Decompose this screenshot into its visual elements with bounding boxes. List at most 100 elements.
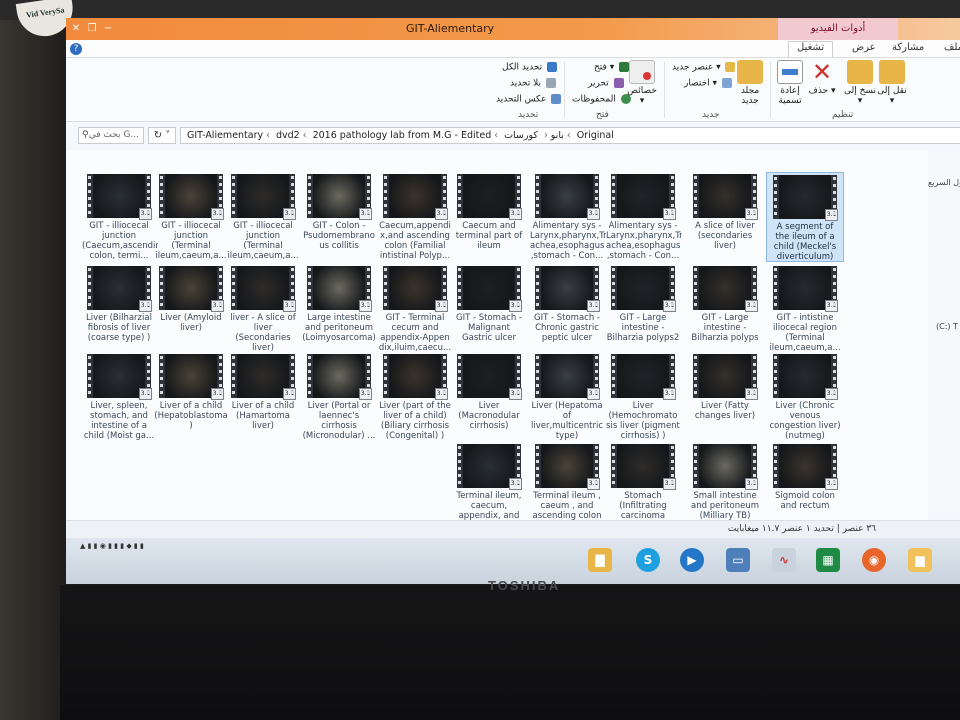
file-item[interactable]: 3.1 GIT - Stomach - Chronic gastric pepti… [528,264,606,354]
move-to-button[interactable]: نقل إلى ▾ [874,60,910,106]
file-item[interactable]: 3.1 A slice of liver (secondaries liver) [686,172,764,262]
file-item[interactable]: 3.1 Liver (Fatty changes liver) [686,352,764,442]
video-thumbnail-icon: 3.1 [535,444,600,490]
video-thumbnail-icon: 3.1 [87,174,152,220]
file-name: Liver (Hepatoma of liver,multicentric ty… [530,401,604,441]
easy-access-button[interactable]: اختصار ▾ [684,78,732,89]
file-item[interactable]: 3.1 GIT - intistine iliocecal region (Ter… [766,264,844,354]
taskbar-skype-icon[interactable]: S [636,548,660,572]
file-item[interactable]: 3.1 Liver (Chronic venous congestion live… [766,352,844,442]
restore-icon[interactable]: ❐ [86,23,98,35]
crumb[interactable]: 2016 pathology lab from M.G - Edited [313,130,492,141]
edit-button[interactable]: تحرير [588,78,624,89]
video-format-badge: 3.1 [663,388,676,400]
new-item-button[interactable]: عنصر جديد ▾ [672,62,736,73]
folder-icon [737,60,763,84]
file-item[interactable]: 3.1 liver - A slice of liver (Secondaries… [224,264,302,354]
crumb[interactable]: Original [577,130,614,141]
file-item[interactable]: 3.1 GIT - Terminal cecum and appendix-App… [376,264,454,354]
file-item[interactable]: 3.1 Terminal ileum , caeum , and ascendin… [528,442,606,532]
crumb[interactable]: dvd2 [276,130,300,141]
file-item[interactable]: 3.1 GIT - Large intestine - Bilharzia pol… [686,264,764,354]
video-format-badge: 3.1 [283,300,296,312]
taskbar-network-icon[interactable]: ∿ [772,548,796,572]
file-item[interactable]: 3.1Stomach (Infiltrating carcinoma stoma… [604,442,682,532]
breadcrumb[interactable]: GIT-Aliementary ‹ dvd2 ‹ 2016 pathology la… [180,127,960,144]
history-button[interactable]: المحفوظات [572,94,631,105]
file-item[interactable]: 3.1 GIT - illiocecal junction (Caecum,asc… [80,172,158,262]
video-thumbnail-icon: 3.1 [773,175,838,221]
file-item[interactable]: 3.1 Large intestine and peritoneum (Loimy… [300,264,378,354]
rename-button[interactable]: إعادة تسمية [772,60,808,106]
refresh-button[interactable]: ↻ ˅ [148,127,176,144]
tab-view[interactable]: عرض [852,42,876,53]
taskbar-firefox-icon[interactable]: ◉ [862,548,886,572]
file-item[interactable]: 3.1 Sigmoid colon and rectum [766,442,844,532]
file-item[interactable]: 3.1 GIT - illiocecal junction (Terminal i… [152,172,230,262]
file-item[interactable]: 3.1 A segment of the ileum of a child (Me… [766,172,844,262]
taskbar-folder-icon[interactable]: ▇ [588,548,612,572]
video-thumbnail-icon: 3.1 [307,174,372,220]
tab-share[interactable]: مشاركة [892,42,924,53]
rename-label: إعادة تسمية [778,86,802,106]
search-input[interactable]: ⚲ بحث في G... [78,127,144,144]
file-item[interactable]: 3.1 GIT - illiocecal junction (Terminal i… [224,172,302,262]
tab-file[interactable]: ملف [944,42,960,53]
video-tools-tab[interactable]: أدوات الفيديو [778,18,898,40]
file-item[interactable]: 3.1 Caecum,appendi x,and ascending colon … [376,172,454,262]
file-item[interactable]: 3.1 Liver (Macronodular cirrhosis) [450,352,528,442]
file-item[interactable]: 3.1 Liver (Bilharzial fibrosis of liver (… [80,264,158,354]
file-item[interactable]: 3.1 GIT - Large intestine - Bilharzia pol… [604,264,682,354]
new-folder-button[interactable]: مجلد جديد [732,60,768,106]
file-item[interactable]: 3.1 Liver (Hemochromato sis liver (pigmen… [604,352,682,442]
file-name: Caecum,appendi x,and ascending colon (Fa… [379,221,451,261]
video-thumbnail-icon: 3.1 [611,266,676,312]
file-item[interactable]: 3.1 Alimentary sys - Larynx,pharynx,Tr ac… [604,172,682,262]
file-item[interactable]: 3.1 Liver (Amyloid liver) [152,264,230,354]
tab-play[interactable]: تشغيل [788,41,834,57]
delete-button[interactable]: ✕ حذف ▾ [804,60,840,96]
monitor-bezel [60,585,960,720]
video-format-badge: 3.1 [283,208,296,220]
minimize-icon[interactable]: − [102,23,114,35]
taskbar-explorer-icon[interactable]: ▆ [908,548,932,572]
file-item[interactable]: 3.1 GIT - Colon - Psudomembrano us collit… [300,172,378,262]
video-format-badge: 3.1 [435,388,448,400]
file-item[interactable]: 3.1 Caecum and terminal part of ileum [450,172,528,262]
file-item[interactable]: 3.1 Terminal ileum, caecum, appendix, and… [450,442,528,532]
file-item[interactable]: 3.1 Liver (Hepatoma of liver,multicentric… [528,352,606,442]
chevron-icon: ‹ [494,130,499,141]
nav-drive-c[interactable]: (C:) T [936,322,958,331]
crumb[interactable]: كورسات [504,130,538,141]
file-item[interactable]: 3.1 Liver (part of the liver of a child) … [376,352,454,442]
chevron-icon: ‹ [302,130,307,141]
file-item[interactable]: 3.1 Liver of a child (Hepatoblastoma ) [152,352,230,442]
copy-to-button[interactable]: نسخ إلى ▾ [842,60,878,106]
select-all-button[interactable]: تحديد الكل [502,62,558,73]
video-format-badge: 3.1 [139,388,152,400]
file-name: GIT - illiocecal junction (Terminal ileu… [155,221,227,261]
video-thumbnail-icon: 3.1 [383,174,448,220]
file-item[interactable]: 3.1 GIT - Stomach - Malignant Gastric ulc… [450,264,528,354]
taskbar-media-player-icon[interactable]: ▶ [680,548,704,572]
file-item[interactable]: 3.1 Liver of a child (Hamartoma liver) [224,352,302,442]
video-format-badge: 3.1 [359,388,372,400]
invert-selection-button[interactable]: عكس التحديد [496,94,562,105]
select-all-label: تحديد الكل [502,62,543,73]
file-item[interactable]: 3.1 Small intestine and peritoneum (Milli… [686,442,764,532]
taskbar-excel-icon[interactable]: ▦ [816,548,840,572]
properties-button[interactable]: خصائص ▾ [624,60,660,106]
file-item[interactable]: 3.1 Alimentary sys - Larynx,pharynx,Tr ac… [528,172,606,262]
video-format-badge: 3.1 [745,300,758,312]
help-icon[interactable]: ? [70,43,82,55]
nav-quick-access[interactable]: الوصول السريع [928,178,960,187]
select-none-button[interactable]: بلا تحديد [510,78,556,89]
crumb[interactable]: بانو [551,130,564,141]
close-icon[interactable]: ✕ [70,23,82,35]
file-name: Liver (Bilharzial fibrosis of liver (coa… [86,313,152,343]
taskbar-window-icon[interactable]: ▭ [726,548,750,572]
file-item[interactable]: 3.1 Liver (Portal or laennec's cirrhosis … [300,352,378,442]
file-item[interactable]: 3.1 Liver, spleen, stomach, and intestine… [80,352,158,442]
crumb[interactable]: GIT-Aliementary [187,130,263,141]
delete-icon: ✕ [811,58,833,86]
